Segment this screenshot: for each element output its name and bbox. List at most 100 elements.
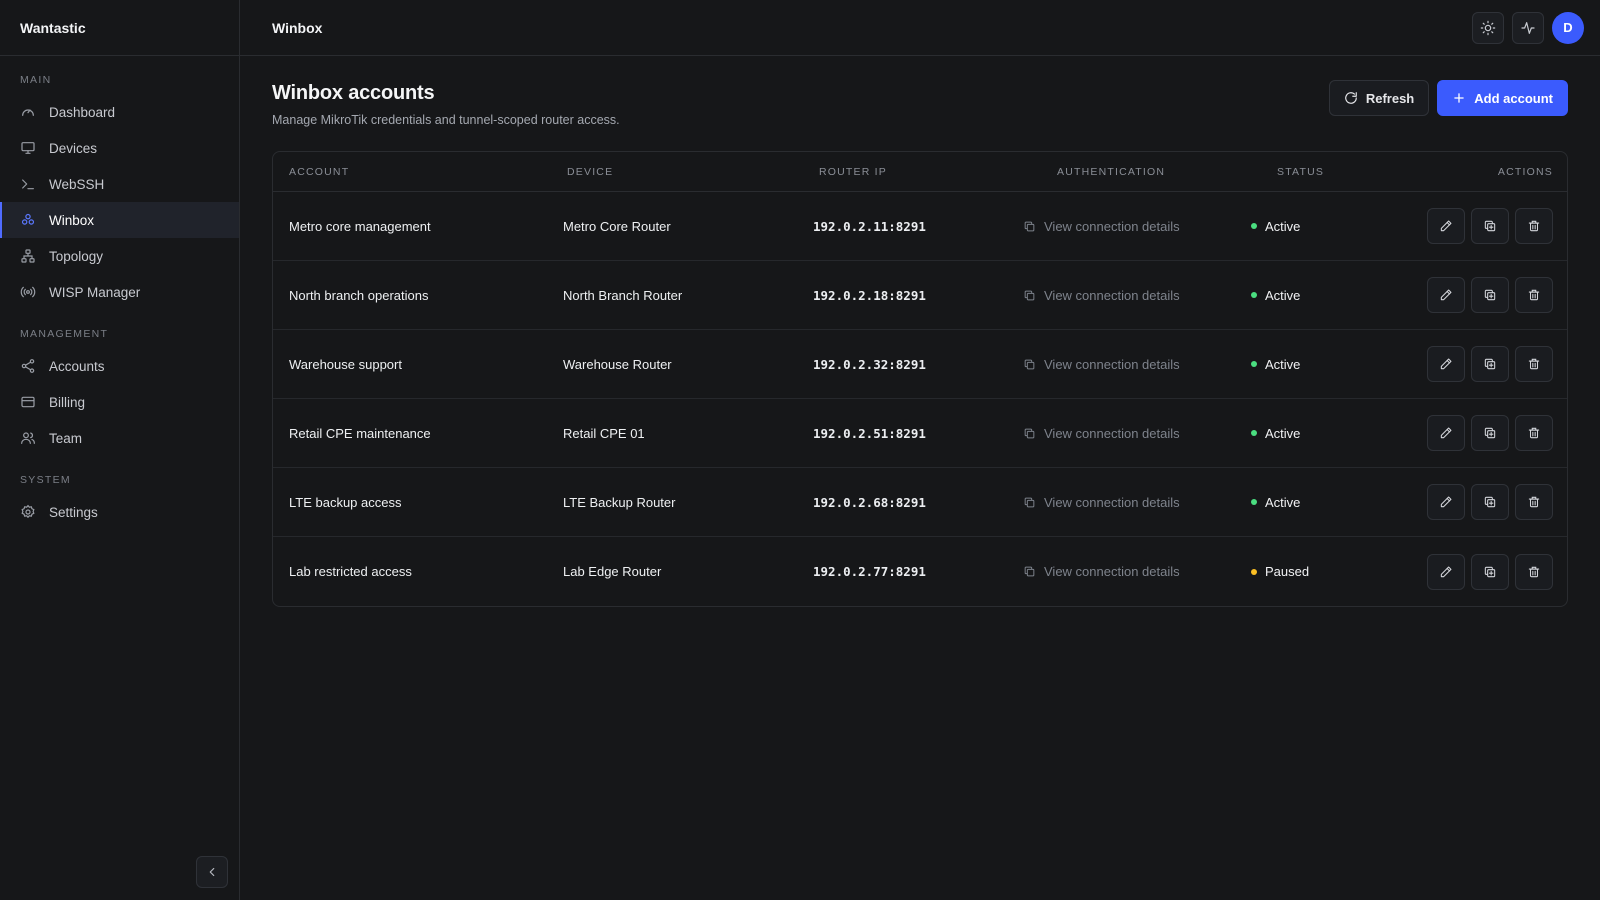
cell-router-ip: 192.0.2.18:8291 <box>813 287 926 303</box>
duplicate-icon <box>1483 565 1497 579</box>
delete-button[interactable] <box>1515 346 1553 382</box>
trash-icon <box>1527 357 1541 371</box>
sidebar-item-dashboard[interactable]: Dashboard <box>0 94 239 130</box>
sidebar-item-winbox[interactable]: Winbox <box>0 202 239 238</box>
delete-button[interactable] <box>1515 277 1553 313</box>
view-connection-details-link[interactable]: View connection details <box>1011 288 1241 303</box>
table-row[interactable]: LTE backup access LTE Backup Router 192.… <box>273 468 1567 537</box>
add-account-button[interactable]: Add account <box>1437 80 1568 116</box>
edit-button[interactable] <box>1427 277 1465 313</box>
duplicate-button[interactable] <box>1471 346 1509 382</box>
duplicate-button[interactable] <box>1471 277 1509 313</box>
table-row[interactable]: Metro core management Metro Core Router … <box>273 192 1567 261</box>
pencil-icon <box>1439 288 1453 302</box>
page-content: Winbox accounts Manage MikroTik credenti… <box>240 56 1600 607</box>
pencil-icon <box>1439 219 1453 233</box>
winbox-icon <box>20 212 36 228</box>
cell-account: Metro core management <box>289 218 431 234</box>
edit-button[interactable] <box>1427 346 1465 382</box>
view-connection-details-link[interactable]: View connection details <box>1011 426 1241 441</box>
duplicate-button[interactable] <box>1471 484 1509 520</box>
duplicate-button[interactable] <box>1471 415 1509 451</box>
table-row[interactable]: Retail CPE maintenance Retail CPE 01 192… <box>273 399 1567 468</box>
cell-account: LTE backup access <box>289 494 402 510</box>
cell-device: Metro Core Router <box>563 218 671 234</box>
cell-router-ip: 192.0.2.11:8291 <box>813 218 926 234</box>
col-header-account[interactable]: ACCOUNT <box>273 166 547 178</box>
view-connection-details-link[interactable]: View connection details <box>1011 219 1241 234</box>
view-connection-details-link[interactable]: View connection details <box>1011 564 1241 579</box>
gauge-icon <box>20 104 36 120</box>
delete-button[interactable] <box>1515 208 1553 244</box>
cell-account: Lab restricted access <box>289 564 412 579</box>
edit-button[interactable] <box>1427 415 1465 451</box>
col-header-device[interactable]: DEVICE <box>547 166 779 178</box>
sidebar-item-webssh[interactable]: WebSSH <box>0 166 239 202</box>
activity-button[interactable] <box>1512 11 1544 44</box>
collapse-sidebar-button[interactable] <box>196 856 228 888</box>
col-header-authentication[interactable]: AUTHENTICATION <box>1011 166 1241 178</box>
sidebar-item-wisp-manager[interactable]: WISP Manager <box>0 274 239 310</box>
col-header-router-ip[interactable]: ROUTER IP <box>779 166 1011 178</box>
sidebar-item-label: Devices <box>49 140 98 156</box>
duplicate-icon <box>1483 495 1497 509</box>
refresh-icon <box>1345 92 1357 104</box>
duplicate-icon <box>1483 219 1497 233</box>
table-row[interactable]: North branch operations North Branch Rou… <box>273 261 1567 330</box>
duplicate-button[interactable] <box>1471 553 1509 590</box>
status-dot <box>1251 430 1257 436</box>
status-badge: Active <box>1241 357 1411 372</box>
user-avatar[interactable]: D <box>1552 11 1584 44</box>
chevron-left-icon <box>209 867 215 877</box>
table-row[interactable]: Warehouse support Warehouse Router 192.0… <box>273 330 1567 399</box>
delete-button[interactable] <box>1515 484 1553 520</box>
sidebar-nav: MAIN Dashboard Devices WebSSH Winbox Topology… <box>0 74 239 530</box>
status-label: Active <box>1265 287 1301 303</box>
monitor-icon <box>20 140 36 156</box>
delete-button[interactable] <box>1515 553 1553 590</box>
accounts-table: ACCOUNT DEVICE ROUTER IP AUTHENTICATION … <box>272 151 1568 607</box>
sidebar-item-label: WebSSH <box>49 176 105 192</box>
table-body: Metro core management Metro Core Router … <box>273 192 1567 606</box>
nav-section-title: MANAGEMENT <box>20 328 109 340</box>
sidebar-item-label: Accounts <box>49 358 105 374</box>
nav-section-title: MAIN <box>20 74 52 86</box>
edit-button[interactable] <box>1427 553 1465 590</box>
pencil-icon <box>1439 357 1453 371</box>
sidebar-item-label: Billing <box>49 394 86 410</box>
refresh-button[interactable]: Refresh <box>1328 80 1430 116</box>
sidebar-item-team[interactable]: Team <box>0 420 239 456</box>
sidebar-item-devices[interactable]: Devices <box>0 130 239 166</box>
sidebar-item-billing[interactable]: Billing <box>0 384 239 420</box>
auth-label: View connection details <box>1044 425 1180 441</box>
topbar-actions: D <box>1472 11 1584 44</box>
status-badge: Active <box>1241 426 1411 441</box>
theme-toggle-button[interactable] <box>1472 11 1504 44</box>
col-header-status[interactable]: STATUS <box>1241 166 1411 178</box>
edit-button[interactable] <box>1427 484 1465 520</box>
refresh-label: Refresh <box>1365 90 1415 106</box>
status-dot <box>1251 223 1257 229</box>
view-connection-details-link[interactable]: View connection details <box>1011 357 1241 372</box>
table-header: ACCOUNT DEVICE ROUTER IP AUTHENTICATION … <box>273 152 1567 192</box>
brand-logo[interactable]: Wantastic <box>0 0 239 56</box>
sidebar-item-settings[interactable]: Settings <box>0 494 239 530</box>
row-actions <box>1411 484 1567 520</box>
pencil-icon <box>1439 495 1453 509</box>
duplicate-button[interactable] <box>1471 208 1509 244</box>
status-label: Paused <box>1265 564 1310 579</box>
sidebar-item-accounts[interactable]: Accounts <box>0 348 239 384</box>
view-connection-details-link[interactable]: View connection details <box>1011 495 1241 510</box>
status-dot <box>1251 568 1257 575</box>
table-row[interactable]: Lab restricted access Lab Edge Router 19… <box>273 537 1567 606</box>
sidebar-item-topology[interactable]: Topology <box>0 238 239 274</box>
cell-router-ip: 192.0.2.68:8291 <box>813 494 926 510</box>
status-badge: Paused <box>1241 564 1411 579</box>
status-dot <box>1251 292 1257 298</box>
edit-button[interactable] <box>1427 208 1465 244</box>
trash-icon <box>1527 426 1541 440</box>
cell-router-ip: 192.0.2.77:8291 <box>813 564 926 579</box>
topbar-title: Winbox <box>272 19 323 36</box>
copy-icon <box>1023 496 1036 509</box>
delete-button[interactable] <box>1515 415 1553 451</box>
